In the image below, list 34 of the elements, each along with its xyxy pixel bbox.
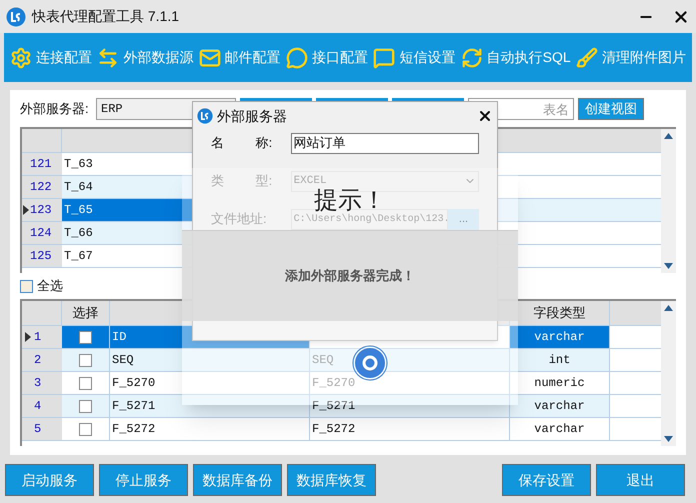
table-cell: T_64 <box>62 176 192 198</box>
table-cell: F_5271 <box>110 395 310 417</box>
type-label: 型: <box>256 172 274 190</box>
row-number: 124 <box>30 225 52 242</box>
popup-message: 添加外部服务器完成！ <box>285 267 415 286</box>
table-cell: F_5272 <box>110 418 310 440</box>
row-number: 125 <box>30 248 52 265</box>
row-number: 3 <box>34 375 42 392</box>
row-number: 4 <box>34 398 42 415</box>
path-label: 文件地址: <box>211 210 268 228</box>
table-cell: SEQ <box>110 349 310 371</box>
table-cell: int <box>510 349 610 371</box>
row-number: 122 <box>30 179 52 196</box>
table-cell: varchar <box>510 395 610 417</box>
cell-text: SEQ <box>312 352 334 369</box>
row-number: 123 <box>30 202 52 219</box>
row-number: 1 <box>34 329 42 346</box>
column-header: 选择 <box>62 301 110 325</box>
table-cell: T_65 <box>62 199 192 221</box>
window-title: 快表代理配置工具 7.1.1 <box>32 7 180 26</box>
name-label: 名 <box>211 134 225 152</box>
type-label: 类 <box>211 172 225 190</box>
table-cell: varchar <box>510 326 610 348</box>
server-label: 外部服务器: <box>20 100 90 118</box>
row-number: 2 <box>34 352 42 369</box>
name-label: 称: <box>256 134 274 152</box>
cell-text: F_5270 <box>312 375 356 392</box>
table-cell: T_66 <box>62 222 192 244</box>
row-number: 5 <box>34 421 42 438</box>
row-number: 121 <box>30 156 52 173</box>
cell-text: F_5272 <box>312 421 356 438</box>
cell-text: F_5271 <box>312 398 356 415</box>
select-all-label: 全选 <box>37 277 63 296</box>
table-cell: F_5270 <box>110 372 310 394</box>
